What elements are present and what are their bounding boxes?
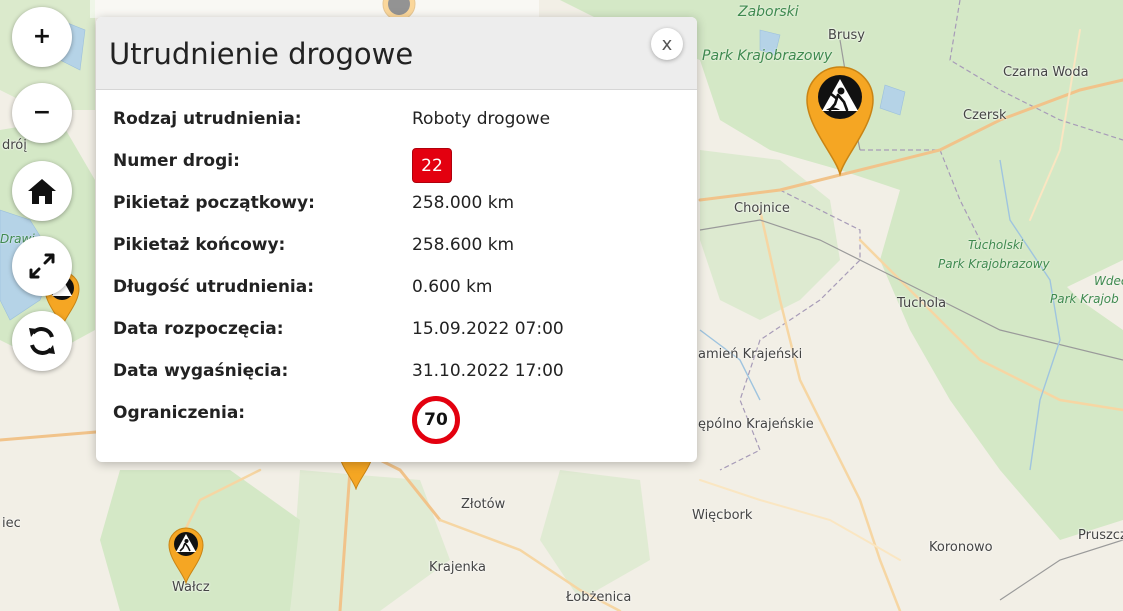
detail-label: Pikietaż końcowy: — [113, 235, 286, 255]
detail-label: Data rozpoczęcia: — [113, 319, 284, 339]
close-button[interactable]: x — [651, 28, 683, 60]
road-works-icon — [806, 66, 874, 177]
place-label: Czarna Woda — [1003, 65, 1089, 80]
place-label: Czersk — [963, 108, 1007, 123]
place-label: iec — [2, 516, 21, 531]
road-works-marker[interactable] — [805, 64, 875, 180]
zoom-out-button[interactable]: − — [12, 83, 72, 143]
home-icon — [28, 179, 56, 204]
close-icon: x — [661, 33, 673, 55]
detail-row-start-chainage: Pikietaż początkowy: 258.000 km — [113, 193, 683, 227]
place-label: ępólno Krajeńskie — [698, 417, 814, 432]
road-works-icon — [168, 527, 204, 585]
place-label: Złotów — [461, 497, 506, 512]
detail-row-start-date: Data rozpoczęcia: 15.09.2022 07:00 — [113, 319, 683, 353]
minus-icon: − — [32, 100, 52, 125]
speed-limit-sign-icon: 70 — [412, 396, 460, 444]
place-label: Więcbork — [692, 508, 753, 523]
place-label: Koronowo — [929, 540, 993, 555]
place-label: dróį — [2, 138, 27, 153]
map-attribution-strip — [90, 0, 539, 18]
home-button[interactable] — [12, 161, 72, 221]
detail-row-length: Długość utrudnienia: 0.600 km — [113, 277, 683, 311]
popup-title: Utrudnienie drogowe — [109, 37, 414, 71]
detail-row-end-chainage: Pikietaż końcowy: 258.600 km — [113, 235, 683, 269]
refresh-button[interactable] — [12, 311, 72, 371]
plus-icon: + — [32, 24, 52, 49]
detail-label: Długość utrudnienia: — [113, 277, 315, 297]
park-label: Tucholski — [968, 238, 1024, 252]
zoom-in-button[interactable]: + — [12, 7, 72, 67]
detail-label: Pikietaż początkowy: — [113, 193, 315, 213]
fullscreen-icon — [29, 253, 55, 279]
place-label: Chojnice — [734, 201, 790, 216]
fullscreen-button[interactable] — [12, 236, 72, 296]
detail-value: 258.000 km — [412, 193, 515, 213]
park-label: Wdec — [1094, 274, 1123, 288]
detail-value: Roboty drogowe — [412, 109, 551, 129]
place-label: Pruszcz — [1078, 528, 1123, 543]
road-works-marker[interactable] — [168, 526, 204, 588]
detail-value: 31.10.2022 17:00 — [412, 361, 564, 381]
detail-row-end-date: Data wygaśnięcia: 31.10.2022 17:00 — [113, 361, 683, 395]
detail-label: Rodzaj utrudnienia: — [113, 109, 302, 129]
place-label: amień Krajeński — [698, 347, 803, 362]
place-label: Tuchola — [897, 296, 947, 311]
detail-row-type: Rodzaj utrudnienia: Roboty drogowe — [113, 109, 683, 143]
refresh-icon — [29, 327, 55, 355]
detail-row-road-number: Numer drogi: 22 — [113, 148, 683, 185]
park-label: Zaborski — [738, 4, 799, 20]
detail-value: 0.600 km — [412, 277, 493, 297]
detail-label: Numer drogi: — [113, 151, 240, 171]
park-label: Park Krajobrazowy — [702, 48, 833, 64]
park-label: Park Krajob — [1050, 292, 1119, 306]
road-number-badge: 22 — [412, 148, 452, 183]
road-obstruction-popup: Utrudnienie drogowe x Rodzaj utrudnienia… — [96, 17, 697, 462]
detail-row-restrictions: Ograniczenia: 70 — [113, 396, 683, 444]
popup-header: Utrudnienie drogowe x — [96, 17, 697, 90]
place-label: Krajenka — [429, 560, 486, 575]
detail-label: Ograniczenia: — [113, 403, 246, 423]
park-label: Park Krajobrazowy — [938, 257, 1050, 271]
detail-value: 258.600 km — [412, 235, 515, 255]
place-label: Brusy — [828, 28, 865, 43]
detail-label: Data wygaśnięcia: — [113, 361, 289, 381]
place-label: Łobżenica — [566, 590, 632, 605]
detail-value: 15.09.2022 07:00 — [412, 319, 564, 339]
